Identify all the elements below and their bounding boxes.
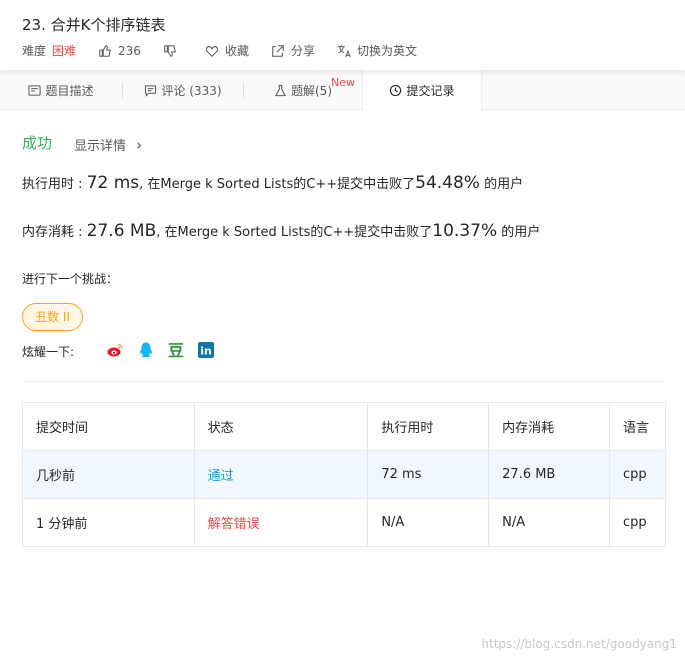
next-challenge-label: 进行下一个挑战： [22, 272, 119, 286]
column-header-time: 提交时间 [22, 402, 195, 451]
dislike-button[interactable] [163, 44, 183, 58]
table-row: 1 分钟前 解答错误 N/A N/A cpp [22, 498, 667, 547]
thumbs-up-icon [99, 44, 111, 57]
switch-language-label: 切换为英文 [356, 44, 417, 58]
share-label: 分享 [290, 44, 315, 58]
runtime-percentile: 54.48% [415, 173, 480, 193]
flask-icon [275, 84, 286, 96]
tab-description-label: 题目描述 [45, 83, 94, 98]
submission-status-cell: 通过 [193, 450, 369, 499]
submission-language: cpp [608, 498, 667, 547]
submission-status-cell: 解答错误 [193, 498, 369, 547]
douban-glyph: 豆 [168, 341, 184, 359]
linkedin-icon[interactable]: in [197, 341, 215, 359]
submission-language: cpp [608, 450, 667, 499]
favorite-button[interactable]: 收藏 [205, 42, 249, 59]
submission-runtime: 72 ms [367, 450, 490, 499]
like-button[interactable]: 236 [98, 44, 141, 58]
table-row: 几秒前 通过 72 ms 27.6 MB cpp [22, 450, 667, 499]
new-badge: New [331, 76, 355, 89]
column-header-runtime: 执行用时 [367, 402, 490, 451]
runtime-label: 执行用时 : [22, 177, 87, 192]
translate-icon [337, 44, 351, 57]
problem-title: 23. 合并K个排序链表 [22, 16, 166, 34]
submission-memory: 27.6 MB [488, 450, 610, 499]
problem-tabs: 题目描述 评论 (333) 题解(5) New 提交记录 [0, 70, 685, 111]
linkedin-glyph: in [200, 345, 212, 358]
description-icon [28, 84, 42, 96]
tab-comments-label: 评论 (333) [161, 83, 222, 98]
qq-icon[interactable] [137, 341, 155, 359]
difficulty-value: 困难 [52, 44, 77, 58]
column-header-memory: 内存消耗 [488, 402, 610, 451]
comment-icon [145, 84, 157, 97]
submission-time: 1 分钟前 [22, 498, 195, 547]
tab-submissions-label: 提交记录 [406, 84, 455, 98]
runtime-stat: 执行用时 : 72 ms, 在Merge k Sorted Lists的C++提… [22, 173, 523, 193]
show-details-label: 显示详情 [74, 139, 127, 154]
next-challenge-button[interactable]: 丑数 II [22, 303, 83, 331]
difficulty-indicator: 难度 困难 [22, 42, 76, 59]
switch-language-button[interactable]: 切换为英文 [337, 42, 417, 59]
wrong-answer-status-link[interactable]: 解答错误 [208, 517, 260, 532]
runtime-text: , 在Merge k Sorted Lists的C++提交中击败了 [139, 177, 416, 192]
memory-label: 内存消耗 : [22, 225, 87, 240]
column-header-language: 语言 [608, 402, 667, 451]
memory-suffix: 的用户 [497, 225, 541, 240]
submission-status: 成功 [22, 134, 53, 152]
share-label: 炫耀一下: [22, 345, 75, 359]
weibo-icon[interactable] [106, 341, 124, 359]
like-count: 236 [118, 43, 141, 58]
difficulty-label: 难度 [22, 44, 47, 58]
heart-icon [205, 45, 219, 57]
memory-value: 27.6 MB [86, 221, 157, 241]
memory-stat: 内存消耗 : 27.6 MB, 在Merge k Sorted Lists的C+… [22, 221, 540, 241]
memory-percentile: 10.37% [432, 221, 498, 241]
chevron-right-icon: › [136, 136, 143, 154]
douban-icon[interactable]: 豆 [167, 341, 185, 359]
column-header-status: 状态 [193, 402, 369, 451]
problem-header: 23. 合并K个排序链表 难度 困难 236 收藏 分享 切换为英文 [0, 0, 685, 70]
memory-text: , 在Merge k Sorted Lists的C++提交中击败了 [156, 225, 433, 240]
tab-comments[interactable]: 评论 (333) [123, 70, 243, 110]
clock-icon [390, 84, 402, 97]
submission-memory: N/A [488, 498, 610, 547]
submissions-table: 提交时间 状态 执行用时 内存消耗 语言 几秒前 通过 72 ms 27.6 M… [22, 402, 667, 547]
accepted-status-link[interactable]: 通过 [208, 469, 234, 484]
table-header-row: 提交时间 状态 执行用时 内存消耗 语言 [22, 402, 667, 451]
watermark: https://blog.csdn.net/goodyang1 [481, 637, 677, 651]
share-button[interactable]: 分享 [271, 42, 315, 59]
tab-submissions[interactable]: 提交记录 [362, 70, 482, 111]
section-divider [22, 381, 666, 382]
problem-meta-bar: 难度 困难 236 收藏 分享 切换为英文 [22, 42, 439, 59]
tab-description[interactable]: 题目描述 [0, 70, 122, 110]
submission-runtime: N/A [367, 498, 490, 547]
share-icon [272, 44, 284, 57]
runtime-value: 72 ms [86, 173, 140, 193]
thumbs-down-icon [164, 44, 176, 57]
submission-time: 几秒前 [22, 450, 195, 499]
favorite-label: 收藏 [224, 44, 249, 58]
show-details-link[interactable]: 显示详情 › [74, 135, 142, 154]
tab-solutions-label: 题解(5) [291, 83, 332, 98]
runtime-suffix: 的用户 [479, 177, 524, 192]
